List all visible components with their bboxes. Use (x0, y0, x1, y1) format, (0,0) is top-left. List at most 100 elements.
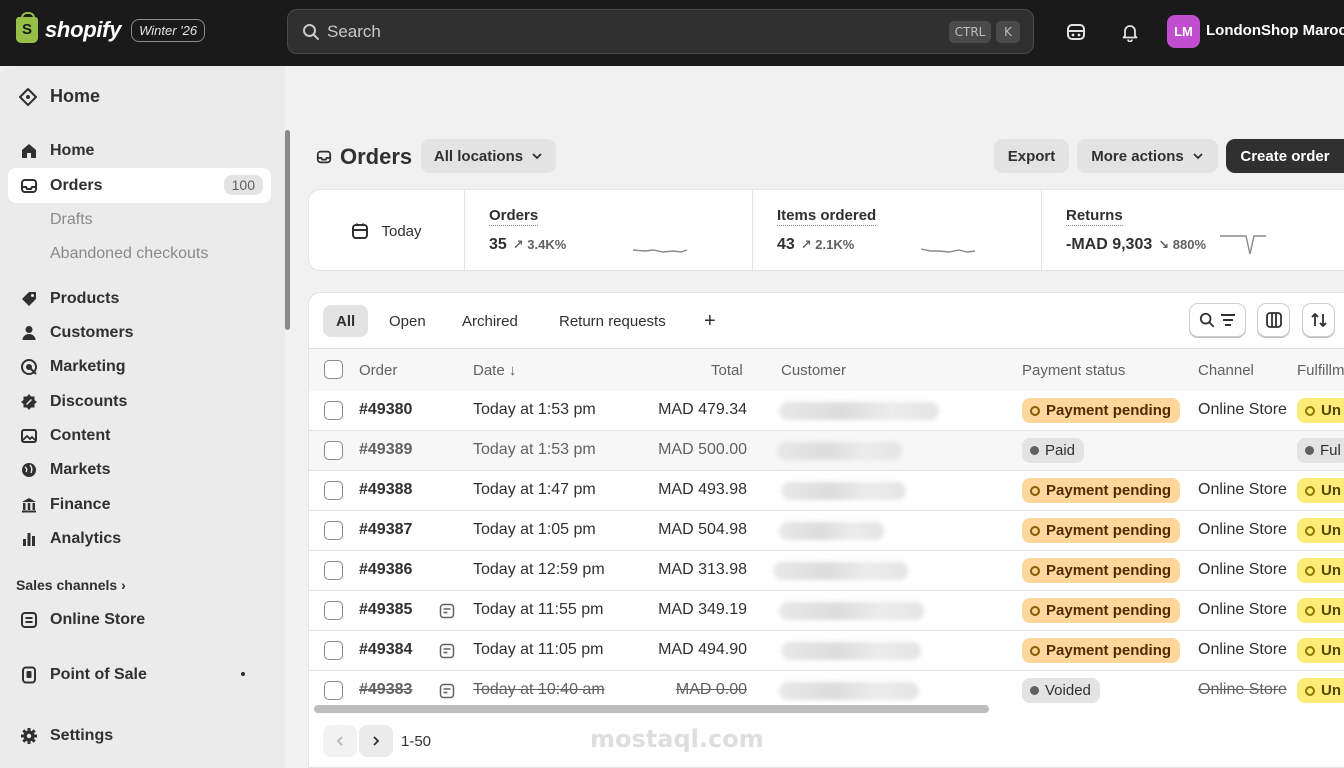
stat-orders-label: Orders (489, 207, 539, 226)
row-checkbox[interactable] (324, 641, 343, 660)
order-id[interactable]: #49389 (359, 441, 412, 459)
sidebar-item-content[interactable]: Content (8, 418, 271, 453)
sidebar-item-orders[interactable]: Orders 100 (8, 168, 271, 203)
sidebar-subitem-abandoned-checkouts[interactable]: Abandoned checkouts (50, 245, 208, 263)
table-row[interactable]: #49388 Today at 1:47 pm MAD 493.98 Payme… (309, 471, 1344, 511)
sidebar-item-finance[interactable]: Finance (8, 487, 271, 522)
fulfillment-status-label: Un (1321, 482, 1341, 499)
order-id[interactable]: #49388 (359, 481, 412, 499)
bell-icon[interactable] (1118, 20, 1142, 44)
order-id[interactable]: #49387 (359, 521, 412, 539)
column-customer[interactable]: Customer (781, 362, 846, 379)
tab-all[interactable]: All (323, 305, 369, 337)
sales-channels-header[interactable]: Sales channels › (16, 577, 126, 593)
sidebar-item-markets[interactable]: Markets (8, 452, 271, 487)
payment-status-label: Payment pending (1046, 562, 1172, 579)
tab-open[interactable]: Open (376, 305, 439, 337)
fulfillment-status-label: Un (1321, 642, 1341, 659)
payment-status-label: Paid (1045, 442, 1076, 459)
order-channel: Online Store (1198, 401, 1287, 418)
sidebar-item-settings[interactable]: Settings (8, 718, 271, 753)
stat-items-ordered[interactable]: Items ordered 43 ↗ 2.1K% (753, 190, 1042, 272)
stat-returns-delta: ↘ 880% (1158, 237, 1207, 252)
tab-return-requests[interactable]: Return requests (546, 305, 679, 337)
sidebar-item-analytics[interactable]: Analytics (8, 521, 271, 556)
table-row[interactable]: #49389 Today at 1:53 pm MAD 500.00 Paid … (309, 431, 1344, 471)
column-order[interactable]: Order (359, 362, 397, 379)
row-checkbox[interactable] (324, 521, 343, 540)
column-payment-status[interactable]: Payment status (1022, 362, 1125, 379)
row-checkbox[interactable] (324, 601, 343, 620)
create-order-button[interactable]: Create order (1226, 139, 1344, 173)
sidebar-scrollbar[interactable] (285, 130, 290, 330)
payment-status-badge: Payment pending (1022, 558, 1181, 583)
stat-returns[interactable]: Returns -MAD 9,303 ↘ 880% (1042, 190, 1344, 272)
sidebar-item-online-store[interactable]: Online Store (8, 602, 271, 637)
sidebar-item-home[interactable]: Home (8, 133, 271, 168)
row-checkbox[interactable] (324, 441, 343, 460)
horizontal-scrollbar[interactable] (314, 705, 989, 713)
orders-count-badge: 100 (223, 175, 263, 195)
avatar[interactable]: LM (1167, 15, 1200, 48)
table-row[interactable]: #49385 Today at 11:55 pm MAD 349.19 Paym… (309, 591, 1344, 631)
column-fulfillment[interactable]: Fulfillm (1297, 362, 1344, 379)
payment-status-badge: Paid (1022, 438, 1085, 463)
stat-orders[interactable]: Orders 35 ↗ 3.4K% (465, 190, 753, 272)
search-bar[interactable]: Search CTRL K (287, 9, 1034, 54)
more-actions-button[interactable]: More actions (1077, 139, 1218, 173)
sidebar-item-label: Markets (50, 460, 111, 478)
diamond-home-icon (19, 87, 37, 106)
period-selector[interactable]: Today (309, 190, 465, 272)
column-channel[interactable]: Channel (1198, 362, 1254, 379)
location-filter-button[interactable]: All locations (421, 139, 556, 173)
sidebar-item-label: Finance (50, 495, 111, 513)
stat-returns-value: -MAD 9,303 ↘ 880% (1066, 236, 1206, 254)
row-checkbox[interactable] (324, 481, 343, 500)
order-id[interactable]: #49383 (359, 681, 412, 699)
payment-status-label: Voided (1045, 682, 1091, 699)
sidebar-item-products[interactable]: Products (8, 281, 271, 316)
add-view-button[interactable]: + (691, 305, 729, 337)
status-circle-icon (1030, 485, 1040, 496)
customer-redacted (779, 602, 924, 620)
table-row[interactable]: #49384 Today at 11:05 pm MAD 494.90 Paym… (309, 631, 1344, 671)
column-date[interactable]: Date ↓ (473, 362, 516, 379)
row-checkbox[interactable] (324, 681, 343, 700)
sidebar-item-marketing[interactable]: Marketing (8, 349, 271, 384)
sidebar-subitem-drafts[interactable]: Drafts (50, 211, 93, 229)
order-total: MAD 504.98 (658, 521, 747, 538)
shopify-logo[interactable]: S shopify Winter '26 (16, 12, 206, 43)
fulfillment-status-badge: Ful (1297, 438, 1344, 463)
select-all-checkbox[interactable] (324, 360, 343, 379)
search-filter-button[interactable] (1189, 303, 1246, 337)
next-page-button[interactable] (359, 725, 393, 757)
export-button[interactable]: Export (994, 139, 1069, 173)
columns-button[interactable] (1257, 303, 1290, 337)
table-row[interactable]: #49386 Today at 12:59 pm MAD 313.98 Paym… (309, 551, 1344, 591)
order-id[interactable]: #49386 (359, 561, 412, 579)
dot-icon (241, 672, 245, 676)
sidekick-icon[interactable] (1064, 20, 1088, 44)
order-id[interactable]: #49385 (359, 601, 412, 619)
tab-archived[interactable]: Archired (449, 305, 531, 337)
previous-page-button[interactable] (323, 725, 357, 757)
order-id[interactable]: #49384 (359, 641, 412, 659)
sidebar-item-point-of-sale[interactable]: Point of Sale (8, 657, 271, 692)
fulfillment-status-label: Ful (1320, 442, 1341, 459)
column-total[interactable]: Total (711, 362, 743, 379)
chevron-down-icon (1193, 153, 1203, 160)
customer-redacted (779, 522, 884, 540)
order-id[interactable]: #49380 (359, 401, 412, 419)
row-checkbox[interactable] (324, 401, 343, 420)
store-name[interactable]: LondonShop Maroc (1206, 22, 1344, 39)
sidebar-item-customers[interactable]: Customers (8, 315, 271, 350)
sidebar-item-discounts[interactable]: Discounts (8, 384, 271, 419)
sidebar-home-header[interactable]: Home (18, 86, 100, 107)
sort-button[interactable] (1302, 303, 1335, 337)
row-checkbox[interactable] (324, 561, 343, 580)
table-row[interactable]: #49387 Today at 1:05 pm MAD 504.98 Payme… (309, 511, 1344, 551)
sidebar-item-label: Products (50, 289, 120, 307)
table-row[interactable]: #49380 Today at 1:53 pm MAD 479.34 Payme… (309, 391, 1344, 431)
fulfillment-status-badge: Un (1297, 598, 1344, 623)
pos-icon (20, 666, 38, 684)
